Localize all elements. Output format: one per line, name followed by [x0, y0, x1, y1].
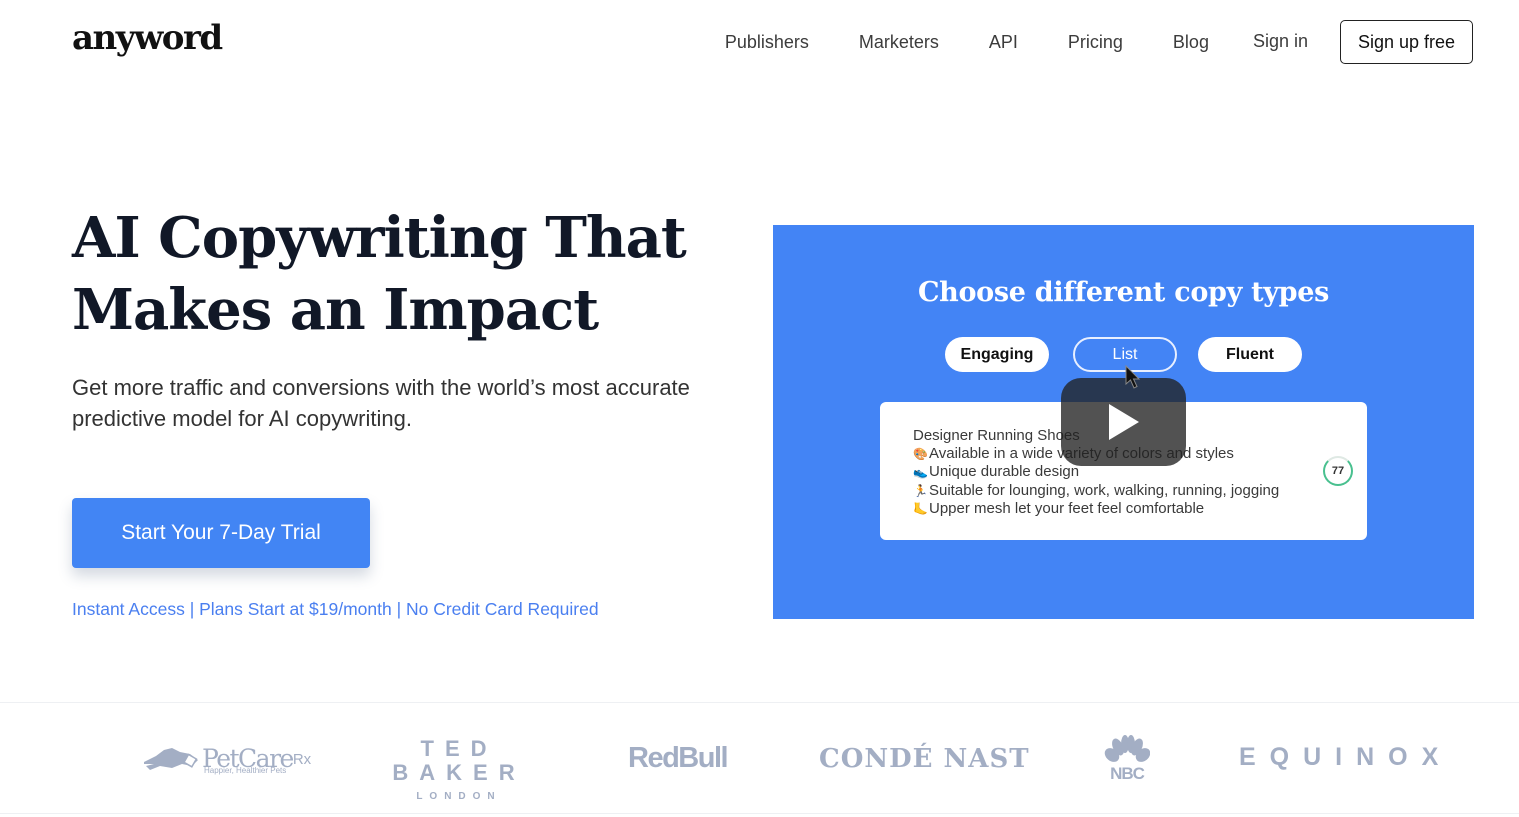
trial-note: Instant Access | Plans Start at $19/mont… — [72, 599, 599, 619]
sign-up-free-button[interactable]: Sign up free — [1340, 20, 1473, 64]
runner-icon: 🏃 — [913, 483, 928, 498]
copy-line: 👟Unique durable design — [913, 463, 1279, 481]
copy-type-fluent: Fluent — [1198, 337, 1302, 372]
customer-logos: PetCare Rx Happier, Healthier Pets TED BA… — [0, 702, 1519, 814]
mouse-cursor-icon — [1125, 365, 1141, 389]
running-dog-icon — [144, 748, 198, 770]
demo-video[interactable]: Choose different copy types Engaging Lis… — [773, 225, 1474, 619]
main-nav: Publishers Marketers API Pricing Blog Si… — [725, 20, 1473, 64]
ted-baker-name: TED BAKER — [392, 736, 526, 785]
performance-score-badge: 77 — [1323, 456, 1353, 486]
copy-line-text: Suitable for lounging, work, walking, ru… — [929, 481, 1280, 499]
hero-title: AI Copywriting That Makes an Impact — [72, 202, 752, 346]
ted-baker-sub: LONDON — [416, 791, 502, 802]
palette-icon: 🎨 — [913, 447, 928, 462]
peacock-icon — [1104, 735, 1151, 762]
play-video-button[interactable] — [1061, 378, 1186, 466]
nbc-logo: NBC — [1104, 735, 1151, 784]
sign-in-link[interactable]: Sign in — [1253, 19, 1308, 63]
equinox-logo: EQUINOX — [1239, 743, 1453, 771]
red-bull-logo: RedBull — [628, 742, 729, 774]
hero-title-line-2: Makes an Impact — [72, 277, 599, 343]
start-trial-button[interactable]: Start Your 7-Day Trial — [72, 498, 370, 568]
copy-type-engaging: Engaging — [945, 337, 1049, 372]
nbc-text: NBC — [1110, 764, 1145, 783]
hero-subtitle: Get more traffic and conversions with th… — [72, 375, 690, 431]
nav-marketers[interactable]: Marketers — [859, 20, 939, 64]
petcarerx-logo: PetCare Rx Happier, Healthier Pets — [142, 741, 311, 777]
copy-line: 🦶Upper mesh let your feet feel comfortab… — [913, 500, 1279, 518]
ted-baker-logo: TED BAKER LONDON — [382, 736, 536, 803]
anyword-logo[interactable]: anyword — [72, 18, 223, 58]
play-icon — [1108, 404, 1139, 440]
nav-api[interactable]: API — [989, 20, 1018, 64]
petcare-rx: Rx — [292, 750, 312, 768]
nav-pricing[interactable]: Pricing — [1068, 20, 1123, 64]
copy-line-text: Unique durable design — [929, 463, 1080, 481]
conde-nast-logo: CONDÉ NAST — [819, 744, 1030, 774]
copy-line-text: Upper mesh let your feet feel comfortabl… — [929, 499, 1205, 517]
foot-icon: 🦶 — [913, 501, 928, 516]
nav-publishers[interactable]: Publishers — [725, 20, 809, 64]
petcare-tagline: Happier, Healthier Pets — [204, 766, 287, 775]
video-title: Choose different copy types — [917, 277, 1330, 308]
site-header: anyword Publishers Marketers API Pricing… — [0, 0, 1519, 84]
copy-line: 🏃Suitable for lounging, work, walking, r… — [913, 482, 1279, 500]
hero-title-line-1: AI Copywriting That — [72, 205, 687, 271]
shoe-icon: 👟 — [913, 465, 928, 480]
nav-blog[interactable]: Blog — [1173, 20, 1209, 64]
